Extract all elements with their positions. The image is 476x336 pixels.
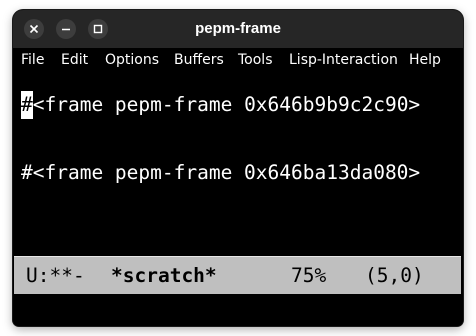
menu-options[interactable]: Options [105, 48, 159, 72]
menu-tools[interactable]: Tools [238, 48, 273, 72]
menu-edit[interactable]: Edit [61, 48, 88, 72]
modeline-percent: 75% [291, 264, 327, 287]
buffer-line-2: #<frame pepm-frame 0x646ba13da080> [21, 161, 421, 184]
buffer-line-1-text: <frame pepm-frame 0x646b9b9c2c90> [32, 93, 421, 116]
menu-lisp-interaction[interactable]: Lisp-Interaction [289, 48, 398, 72]
emacs-window: pepm-frame File Edit Options Buffers Too… [13, 10, 463, 326]
title-bar[interactable]: pepm-frame [13, 10, 463, 48]
echo-area[interactable] [13, 294, 463, 326]
window-title: pepm-frame [195, 20, 281, 37]
text-cursor: # [21, 91, 33, 119]
modeline-position: (5,0) [365, 264, 424, 287]
modeline-buffer-name: *scratch* [111, 264, 217, 287]
menu-buffers[interactable]: Buffers [174, 48, 224, 72]
modeline-status: U:**- [26, 264, 85, 287]
buffer-text-area[interactable]: #<frame pepm-frame 0x646b9b9c2c90> #<fra… [13, 72, 463, 256]
menu-help[interactable]: Help [409, 48, 441, 72]
menu-file[interactable]: File [21, 48, 44, 72]
mode-line[interactable]: U:**- *scratch* 75% (5,0) [14, 256, 461, 295]
menu-bar: File Edit Options Buffers Tools Lisp-Int… [13, 48, 463, 72]
buffer-line-1: #<frame pepm-frame 0x646b9b9c2c90> [21, 91, 420, 119]
